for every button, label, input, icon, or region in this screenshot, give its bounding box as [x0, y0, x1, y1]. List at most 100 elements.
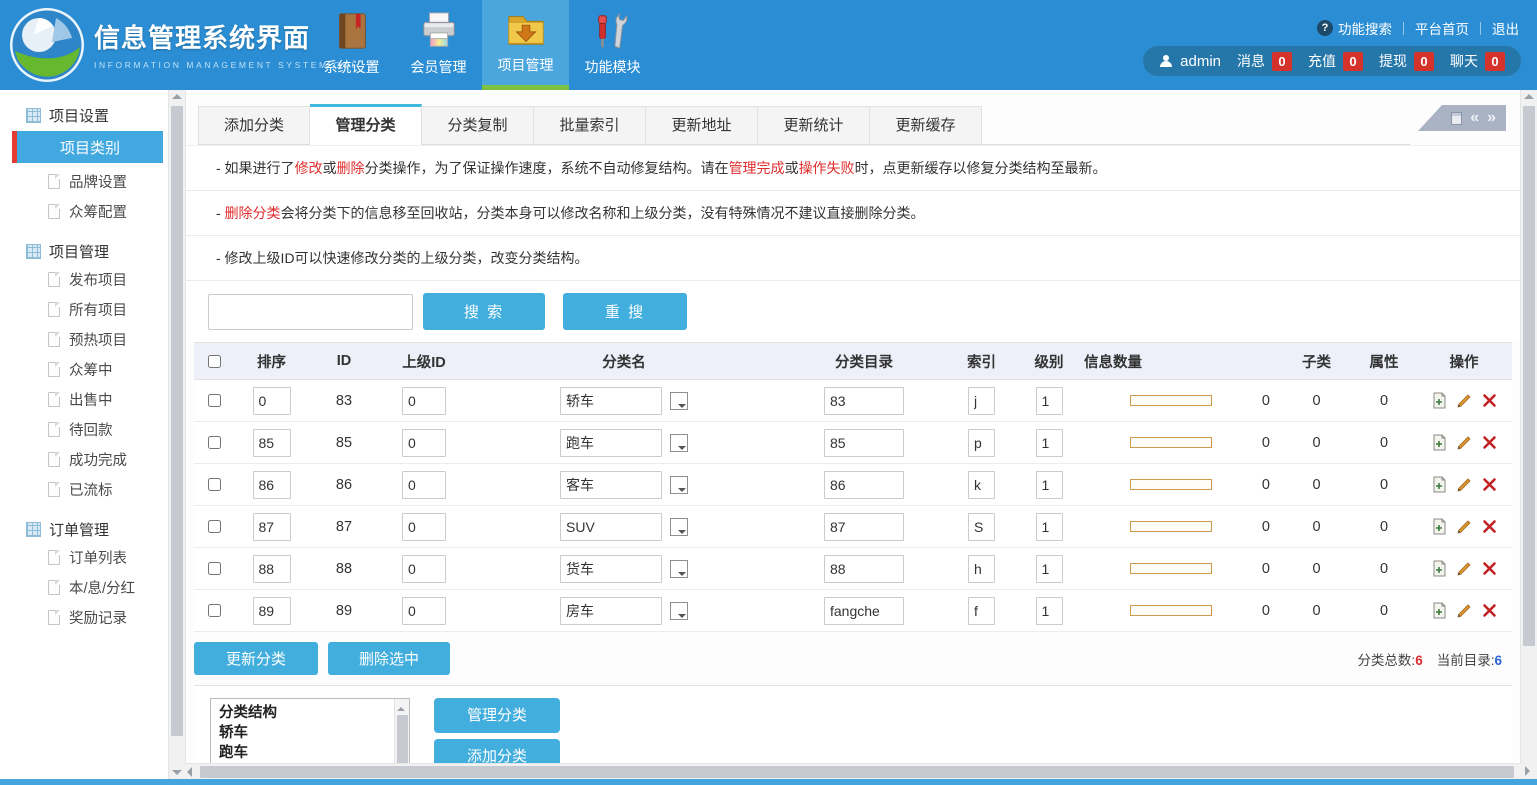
delete-x-icon[interactable]: [1480, 392, 1498, 410]
category-name-input[interactable]: [560, 555, 662, 583]
parent-id-input[interactable]: [402, 471, 446, 499]
sort-input[interactable]: [253, 471, 291, 499]
index-input[interactable]: [968, 387, 995, 415]
sidebar-item[interactable]: 众筹中: [0, 354, 168, 384]
add-subcategory-icon[interactable]: [1430, 476, 1448, 494]
link-platform-home[interactable]: 平台首页: [1415, 18, 1469, 38]
scroll-down-icon[interactable]: [172, 770, 182, 775]
add-subcategory-icon[interactable]: [1430, 434, 1448, 452]
delete-x-icon[interactable]: [1480, 476, 1498, 494]
tab-item[interactable]: 管理分类: [310, 104, 422, 145]
category-name-input[interactable]: [560, 471, 662, 499]
category-dir-input[interactable]: [824, 471, 904, 499]
listbox-item[interactable]: 分类结构: [219, 703, 409, 723]
index-input[interactable]: [968, 513, 995, 541]
edit-pencil-icon[interactable]: [1455, 560, 1473, 578]
sidebar-item[interactable]: 品牌设置: [0, 166, 168, 196]
stat-count-badge[interactable]: 0: [1485, 52, 1505, 71]
parent-id-input[interactable]: [402, 387, 446, 415]
add-subcategory-icon[interactable]: [1430, 392, 1448, 410]
row-checkbox[interactable]: [208, 562, 221, 575]
sidebar-group-header[interactable]: 订单管理: [0, 516, 168, 542]
sort-input[interactable]: [253, 555, 291, 583]
add-subcategory-icon[interactable]: [1430, 518, 1448, 536]
edit-pencil-icon[interactable]: [1455, 602, 1473, 620]
nav-item-member-management[interactable]: 会员管理: [395, 0, 482, 90]
update-categories-button[interactable]: 更新分类: [194, 642, 318, 675]
chevron-left-icon[interactable]: «: [1470, 110, 1479, 126]
select-parent-icon[interactable]: [670, 560, 688, 578]
scroll-up-icon[interactable]: [172, 94, 182, 99]
user-stat-label[interactable]: 提现: [1379, 51, 1407, 71]
sidebar-item[interactable]: 众筹配置: [0, 196, 168, 226]
sidebar-item[interactable]: 已流标: [0, 474, 168, 504]
sidebar-item-active[interactable]: 项目类别: [12, 131, 163, 163]
sort-input[interactable]: [253, 387, 291, 415]
sort-input[interactable]: [253, 513, 291, 541]
parent-id-input[interactable]: [402, 429, 446, 457]
user-name[interactable]: admin: [1180, 53, 1221, 70]
delete-x-icon[interactable]: [1480, 560, 1498, 578]
edit-pencil-icon[interactable]: [1455, 434, 1473, 452]
search-input[interactable]: [208, 294, 413, 330]
delete-x-icon[interactable]: [1480, 602, 1498, 620]
edit-pencil-icon[interactable]: [1455, 476, 1473, 494]
level-input[interactable]: [1036, 429, 1063, 457]
stat-count-badge[interactable]: 0: [1272, 52, 1292, 71]
sidebar-item[interactable]: 成功完成: [0, 444, 168, 474]
sidebar-scrollbar-thumb[interactable]: [171, 106, 183, 736]
category-dir-input[interactable]: [824, 429, 904, 457]
level-input[interactable]: [1036, 597, 1063, 625]
tab-item[interactable]: 更新统计: [758, 106, 870, 144]
select-parent-icon[interactable]: [670, 434, 688, 452]
parent-id-input[interactable]: [402, 555, 446, 583]
index-input[interactable]: [968, 471, 995, 499]
tab-item[interactable]: 更新地址: [646, 106, 758, 144]
sidebar-item[interactable]: 发布项目: [0, 264, 168, 294]
sidebar-group-header[interactable]: 项目设置: [0, 102, 168, 128]
category-dir-input[interactable]: [824, 555, 904, 583]
research-button[interactable]: 重 搜: [563, 293, 687, 330]
user-stat-label[interactable]: 消息: [1237, 51, 1265, 71]
category-dir-input[interactable]: [824, 597, 904, 625]
sort-input[interactable]: [253, 597, 291, 625]
row-checkbox[interactable]: [208, 478, 221, 491]
user-stat-label[interactable]: 充值: [1308, 51, 1336, 71]
sidebar-item[interactable]: 出售中: [0, 384, 168, 414]
category-name-input[interactable]: [560, 387, 662, 415]
category-name-input[interactable]: [560, 597, 662, 625]
row-checkbox[interactable]: [208, 394, 221, 407]
horizontal-scrollbar-thumb[interactable]: [200, 766, 1514, 778]
category-dir-input[interactable]: [824, 387, 904, 415]
scroll-up-icon[interactable]: [397, 703, 405, 711]
category-name-input[interactable]: [560, 513, 662, 541]
stat-count-badge[interactable]: 0: [1414, 52, 1434, 71]
level-input[interactable]: [1036, 555, 1063, 583]
delete-x-icon[interactable]: [1480, 518, 1498, 536]
manage-categories-button[interactable]: 管理分类: [434, 698, 560, 733]
link-function-search[interactable]: 功能搜索: [1338, 18, 1392, 38]
level-input[interactable]: [1036, 387, 1063, 415]
index-input[interactable]: [968, 429, 995, 457]
select-parent-icon[interactable]: [670, 392, 688, 410]
row-checkbox[interactable]: [208, 520, 221, 533]
listbox-item[interactable]: 跑车: [219, 743, 409, 763]
user-stat-label[interactable]: 聊天: [1450, 51, 1478, 71]
sidebar-item[interactable]: 奖励记录: [0, 602, 168, 632]
select-parent-icon[interactable]: [670, 602, 688, 620]
chevron-right-icon[interactable]: »: [1487, 110, 1496, 126]
main-scrollbar[interactable]: [1520, 90, 1537, 779]
nav-item-function-modules[interactable]: 功能模块: [569, 0, 656, 90]
sidebar-scrollbar[interactable]: [168, 90, 185, 779]
add-subcategory-icon[interactable]: [1430, 602, 1448, 620]
index-input[interactable]: [968, 555, 995, 583]
select-all-checkbox[interactable]: [208, 355, 221, 368]
scrollbar-corner[interactable]: [1520, 763, 1537, 779]
select-parent-icon[interactable]: [670, 518, 688, 536]
row-checkbox[interactable]: [208, 604, 221, 617]
listbox-item[interactable]: 轿车: [219, 723, 409, 743]
add-subcategory-icon[interactable]: [1430, 560, 1448, 578]
row-checkbox[interactable]: [208, 436, 221, 449]
sidebar-item[interactable]: 待回款: [0, 414, 168, 444]
category-dir-input[interactable]: [824, 513, 904, 541]
